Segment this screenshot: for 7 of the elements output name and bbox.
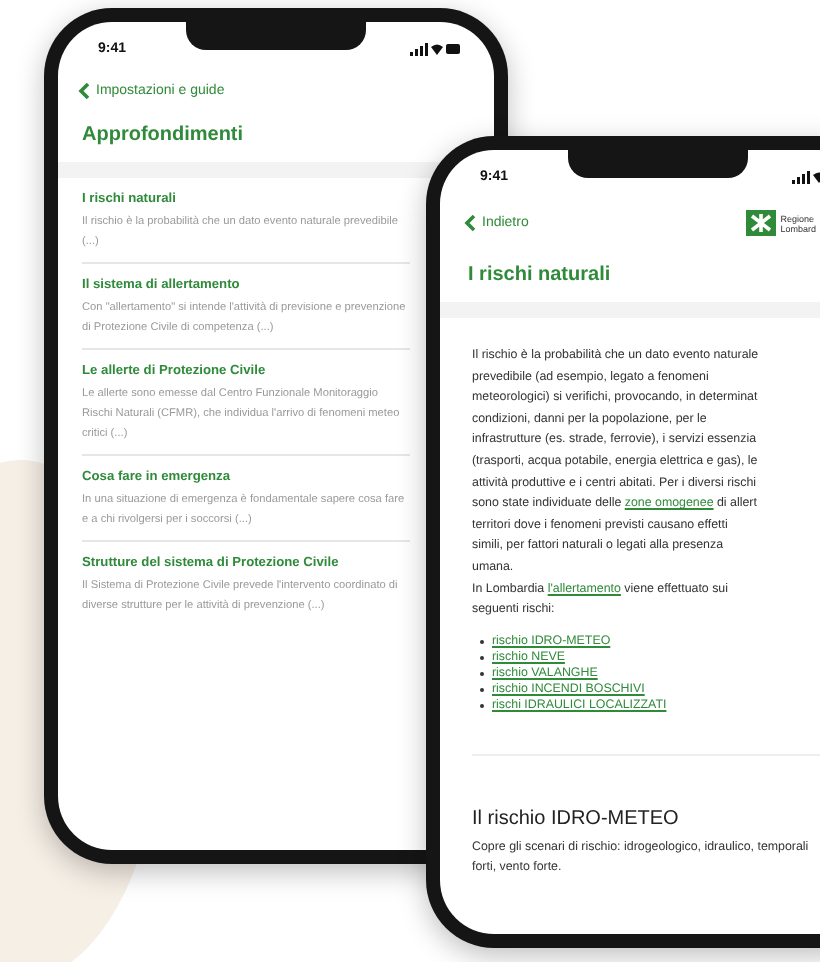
chevron-left-icon: [78, 82, 90, 100]
status-icons: [410, 41, 462, 55]
page-title: Approfondimenti: [82, 124, 246, 146]
section-title: Il rischio IDRO-METEO: [472, 807, 681, 830]
chevron-left-icon: [464, 214, 476, 232]
page-title: I rischi naturali: [468, 264, 613, 286]
region-logo-icon: [746, 210, 777, 236]
